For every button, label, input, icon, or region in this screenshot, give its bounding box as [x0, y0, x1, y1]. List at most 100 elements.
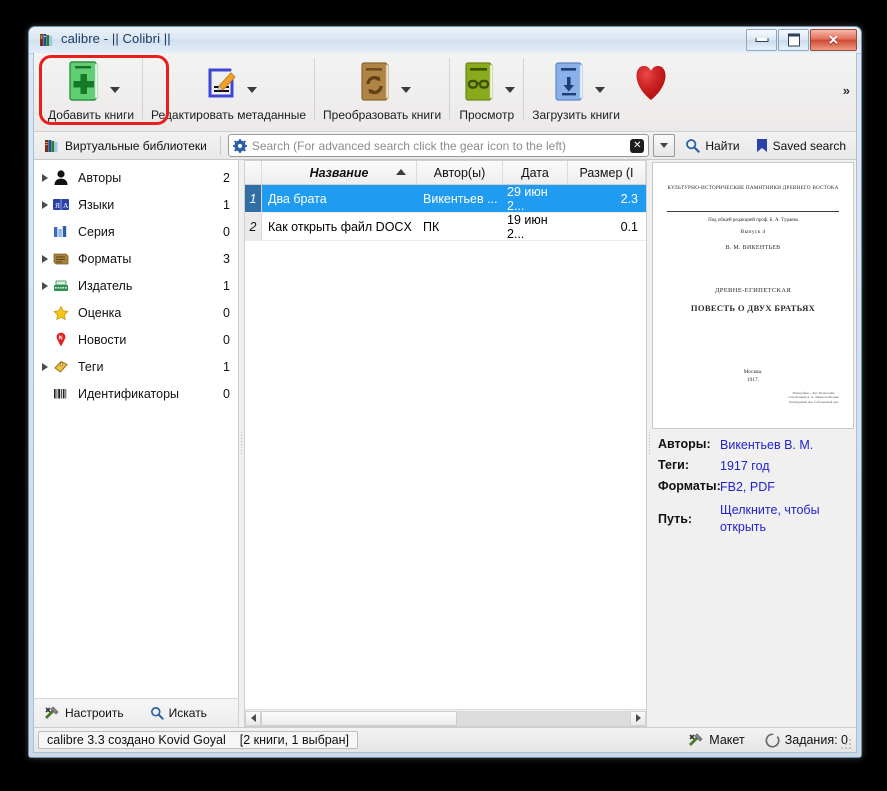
scroll-right-button[interactable]: [630, 710, 646, 726]
expand-arrow-icon[interactable]: [38, 281, 52, 290]
expand-arrow-icon[interactable]: [38, 362, 52, 371]
languages-icon: Я A: [52, 196, 72, 214]
column-header-author[interactable]: Автор(ы): [417, 161, 503, 184]
sidebar-item-publisher[interactable]: Издатель 1: [34, 272, 238, 299]
metadata-row-tags: Теги: 1917 год: [658, 458, 852, 475]
sidebar-search-label: Искать: [168, 706, 207, 720]
expand-arrow-icon[interactable]: [38, 173, 52, 182]
find-button[interactable]: Найти: [679, 136, 745, 155]
sidebar-item-count: 1: [223, 359, 230, 374]
configure-label: Настроить: [65, 706, 124, 720]
virtual-libraries-label: Виртуальные библиотеки: [65, 138, 207, 153]
sidebar-item-count: 0: [223, 332, 230, 347]
resize-grip[interactable]: [841, 737, 853, 749]
cover-rule: [667, 211, 839, 212]
toolbar-view[interactable]: Просмотр: [452, 53, 521, 127]
sidebar-item-tags[interactable]: Теги 1: [34, 353, 238, 380]
column-header-size[interactable]: Размер (I: [568, 161, 646, 184]
scroll-track[interactable]: [261, 710, 630, 726]
sidebar-item-news[interactable]: N Новости 0: [34, 326, 238, 353]
metadata-value-path[interactable]: Щелкните, чтобы открыть: [720, 502, 840, 536]
metadata-row-authors: Авторы: Викентьев В. М.: [658, 437, 852, 454]
wrench-icon: [688, 733, 704, 747]
configure-button[interactable]: Настроить: [44, 706, 124, 720]
toolbar-edit-metadata[interactable]: Редактировать метаданные: [145, 53, 312, 127]
toolbar-convert-books-label: Преобразовать книги: [323, 108, 442, 122]
add-books-dropdown-arrow[interactable]: [109, 87, 120, 93]
book-cover-image[interactable]: КУЛЬТУРНО-ИСТОРИЧЕСКИЕ ПАМЯТНИКИ ДРЕВНЕГ…: [652, 162, 854, 429]
toolbar-convert-books[interactable]: Преобразовать книги: [317, 53, 447, 127]
sort-asc-icon: [396, 169, 406, 175]
sidebar-item-languages[interactable]: Я A Языки 1: [34, 191, 238, 218]
close-button[interactable]: ✕: [810, 29, 857, 51]
column-header-title[interactable]: Название: [262, 161, 417, 184]
row-size[interactable]: 2.3: [568, 185, 646, 213]
maximize-button[interactable]: [778, 29, 809, 51]
metadata-value-authors[interactable]: Викентьев В. М.: [720, 437, 813, 454]
layout-button[interactable]: Макет: [688, 733, 745, 747]
row-date[interactable]: 19 июн 2...: [503, 213, 568, 241]
expand-arrow-icon[interactable]: [38, 254, 52, 263]
download-books-dropdown-arrow[interactable]: [594, 87, 605, 93]
jobs-indicator[interactable]: Задания: 0: [765, 732, 848, 748]
sidebar-search-button[interactable]: Искать: [150, 706, 207, 720]
toolbar-overflow-button[interactable]: »: [843, 83, 850, 98]
search-input[interactable]: Search (For advanced search click the ge…: [227, 134, 650, 157]
row-title[interactable]: Два брата: [262, 185, 417, 213]
metadata-value-tags[interactable]: 1917 год: [720, 458, 770, 475]
sidebar-item-rating[interactable]: Оценка 0: [34, 299, 238, 326]
tag-browser-sidebar: Авторы 2 Я A Языки 1 Серия 0 Форматы 3 И…: [34, 160, 239, 727]
toolbar-add-books[interactable]: Добавить книги: [42, 53, 140, 127]
row-size[interactable]: 0.1: [568, 213, 646, 241]
edit-metadata-icon: [200, 60, 242, 104]
gear-icon[interactable]: [232, 138, 247, 153]
row-date[interactable]: 29 июн 2...: [503, 185, 568, 213]
magnifier-icon: [685, 138, 701, 153]
sidebar-item-identifiers[interactable]: Идентификаторы 0: [34, 380, 238, 407]
minimize-button[interactable]: [746, 29, 777, 51]
column-header-index[interactable]: [245, 161, 262, 184]
toolbar-donate[interactable]: [626, 53, 676, 127]
scroll-thumb[interactable]: [261, 710, 457, 726]
book-list: Название Автор(ы) Дата Размер (I 1 Два б…: [244, 160, 647, 727]
tag-browser-tree: Авторы 2 Я A Языки 1 Серия 0 Форматы 3 И…: [34, 160, 238, 698]
row-author[interactable]: Викентьев ...: [417, 185, 503, 213]
convert-books-dropdown-arrow[interactable]: [400, 87, 411, 93]
sidebar-item-label: Авторы: [78, 170, 122, 185]
wrench-icon: [44, 706, 60, 720]
virtual-libraries-button[interactable]: Виртуальные библиотеки: [38, 137, 213, 155]
sidebar-item-authors[interactable]: Авторы 2: [34, 164, 238, 191]
cover-title: ПОВЕСТЬ О ДВУХ БРАТЬЯХ: [690, 303, 816, 313]
row-title[interactable]: Как открыть файл DOCX: [262, 213, 417, 241]
toolbar-download-books[interactable]: Загрузить книги: [526, 53, 626, 127]
toolbar-download-books-label: Загрузить книги: [532, 108, 621, 122]
table-row[interactable]: 1 Два брата Викентьев ... 29 июн 2... 2.…: [245, 185, 646, 213]
view-dropdown-arrow[interactable]: [505, 87, 516, 93]
convert-books-icon: [354, 60, 396, 104]
sidebar-item-series[interactable]: Серия 0: [34, 218, 238, 245]
cover-place-year: Москва. 1917.: [743, 369, 763, 383]
sidebar-item-count: 3: [223, 251, 230, 266]
person-icon: [52, 169, 72, 187]
edit-metadata-dropdown-arrow[interactable]: [247, 87, 258, 93]
sidebar-item-label: Новости: [78, 332, 127, 347]
column-header-date[interactable]: Дата: [503, 161, 568, 184]
status-version-box: calibre 3.3 создано Kovid Goyal [2 книги…: [38, 731, 359, 749]
chevron-down-icon: [660, 143, 669, 148]
book-list-horizontal-scrollbar[interactable]: [245, 709, 646, 726]
books-icon: [44, 139, 60, 153]
row-author[interactable]: ПК: [417, 213, 503, 241]
scroll-left-button[interactable]: [245, 710, 261, 726]
metadata-value-formats[interactable]: FB2, PDF: [720, 479, 775, 496]
search-placeholder-text: Search (For advanced search click the ge…: [251, 138, 566, 153]
table-row[interactable]: 2 Как открыть файл DOCX ПК 19 июн 2... 0…: [245, 213, 646, 241]
search-history-dropdown[interactable]: [653, 134, 676, 157]
status-bar: calibre 3.3 создано Kovid Goyal [2 книги…: [34, 727, 856, 752]
sidebar-item-formats[interactable]: Форматы 3: [34, 245, 238, 272]
saved-search-button[interactable]: Saved search: [750, 136, 852, 155]
sidebar-item-count: 1: [223, 278, 230, 293]
clear-icon[interactable]: ✕: [630, 138, 645, 153]
sidebar-item-label: Серия: [78, 224, 115, 239]
expand-arrow-icon[interactable]: [38, 200, 52, 209]
toolbar-separator: [449, 58, 451, 120]
